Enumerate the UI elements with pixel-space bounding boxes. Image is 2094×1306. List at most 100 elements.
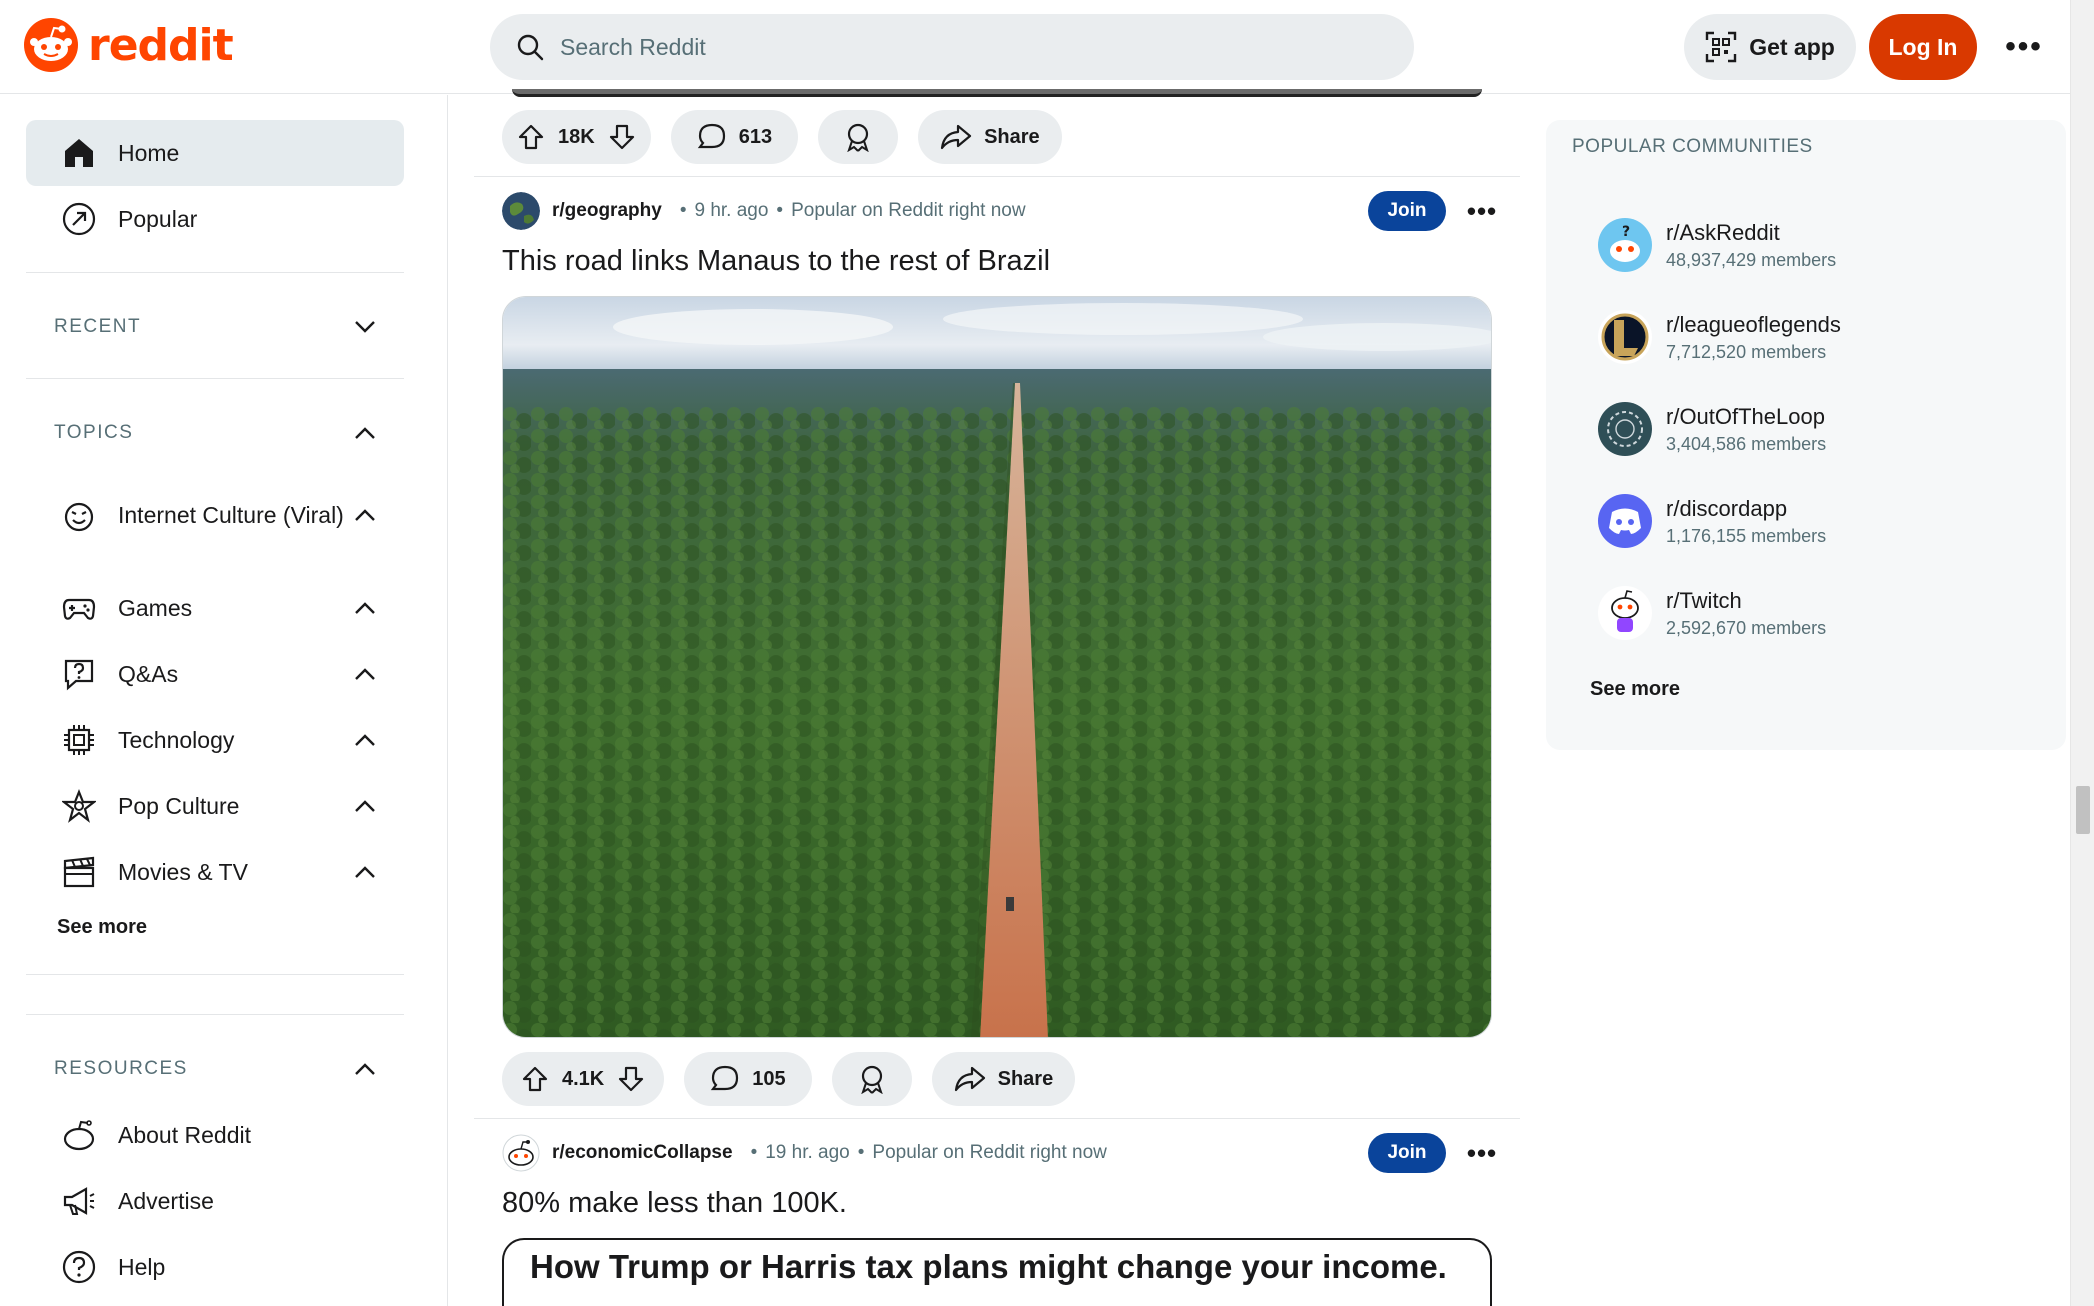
resources-section-label: RESOURCES (54, 1058, 188, 1079)
vote-control: 18K (502, 110, 651, 164)
topics-see-more-link[interactable]: See more (57, 916, 147, 939)
comments-button[interactable]: 105 (684, 1052, 812, 1106)
downvote-icon[interactable] (609, 124, 635, 150)
post-meta: r/economicCollapse • 19 hr. ago • Popula… (502, 1132, 1107, 1174)
resource-advertise[interactable]: Advertise (26, 1168, 404, 1234)
share-button[interactable]: Share (918, 110, 1062, 164)
nav-home[interactable]: Home (26, 120, 404, 186)
post-context: Popular on Reddit right now (872, 1142, 1107, 1163)
nav-home-label: Home (118, 139, 180, 166)
vote-control: 4.1K (502, 1052, 665, 1106)
chevron-up-icon (355, 668, 375, 680)
comment-icon (711, 1065, 739, 1091)
chevron-down-icon (355, 321, 375, 333)
subreddit-link[interactable]: r/geography (552, 200, 662, 222)
community-item[interactable]: r/OutOfTheLoop 3,404,586 members (1598, 402, 1826, 456)
chevron-up-icon (355, 602, 375, 614)
chevron-up-icon (355, 734, 375, 746)
community-item[interactable]: r/Twitch 2,592,670 members (1598, 586, 1826, 640)
subreddit-link[interactable]: r/economicCollapse (552, 1142, 733, 1164)
home-icon (60, 134, 98, 172)
communities-see-more-link[interactable]: See more (1590, 678, 1680, 701)
subreddit-avatar[interactable] (502, 192, 540, 230)
topic-movies-tv[interactable]: Movies & TV (26, 839, 404, 905)
post-title[interactable]: This road links Manaus to the rest of Br… (502, 245, 1050, 278)
award-button[interactable] (831, 1052, 912, 1106)
aerial-road-image (503, 297, 1491, 1037)
community-members: 1,176,155 members (1666, 525, 1827, 546)
upvote-icon[interactable] (522, 1066, 548, 1092)
comment-icon (697, 123, 725, 149)
community-members: 2,592,670 members (1666, 617, 1827, 638)
leagueoflegends-avatar (1598, 310, 1652, 364)
scrollbar-thumb[interactable] (2076, 786, 2090, 834)
megaphone-icon (60, 1182, 98, 1220)
search-input[interactable] (560, 33, 1360, 61)
vote-count: 18K (558, 125, 595, 148)
login-button[interactable]: Log In (1869, 14, 1977, 80)
more-options-icon[interactable]: ••• (1994, 24, 2054, 70)
resource-label: Help (118, 1253, 166, 1280)
post-context: Popular on Reddit right now (791, 200, 1026, 221)
community-item[interactable]: r/leagueoflegends 7,712,520 members (1598, 310, 1841, 364)
topic-internet-culture[interactable]: Internet Culture (Viral) (26, 482, 404, 548)
topics-section-header[interactable]: TOPICS (26, 408, 404, 458)
resource-help[interactable]: Help (26, 1234, 404, 1300)
meta-dot: • (679, 200, 687, 221)
sidebar-divider (26, 272, 404, 273)
recent-section-header[interactable]: RECENT (26, 302, 404, 352)
popular-communities-panel: POPULAR COMMUNITIES ? r/AskReddit 48,937… (1546, 120, 2066, 750)
subreddit-avatar[interactable] (502, 1134, 540, 1172)
topic-label: Pop Culture (118, 792, 240, 819)
recent-section-label: RECENT (54, 316, 142, 337)
post-actions: 4.1K 105 Share (502, 1052, 1076, 1106)
share-label: Share (984, 125, 1040, 148)
topic-pop-culture[interactable]: Pop Culture (26, 773, 404, 839)
topic-technology[interactable]: Technology (26, 707, 404, 773)
resource-label: Advertise (118, 1187, 214, 1214)
community-name: r/leagueoflegends (1666, 311, 1841, 337)
award-button[interactable] (818, 110, 899, 164)
reddit-logo[interactable]: reddit (24, 18, 234, 72)
share-button[interactable]: Share (931, 1052, 1076, 1106)
share-label: Share (997, 1067, 1054, 1090)
award-icon (847, 123, 869, 152)
post-divider (474, 176, 1520, 177)
join-button[interactable]: Join (1368, 191, 1446, 231)
image-headline: How Trump or Harris tax plans might chan… (530, 1248, 1447, 1285)
nav-popular-label: Popular (118, 205, 198, 232)
post-more-icon[interactable]: ••• (1462, 191, 1502, 231)
post-meta: r/geography • 9 hr. ago • Popular on Red… (502, 190, 1026, 232)
community-name: r/Twitch (1666, 587, 1742, 613)
meta-dot: • (750, 1142, 758, 1163)
downvote-icon[interactable] (618, 1066, 644, 1092)
comments-button[interactable]: 613 (670, 110, 799, 164)
community-item[interactable]: r/discordapp 1,176,155 members (1598, 494, 1826, 548)
community-name: r/OutOfTheLoop (1666, 403, 1825, 429)
post-image[interactable]: How Trump or Harris tax plans might chan… (502, 1238, 1492, 1306)
get-app-label: Get app (1749, 33, 1835, 60)
topic-qas[interactable]: Q&As (26, 641, 404, 707)
topic-label: Games (118, 594, 193, 621)
search-bar[interactable] (490, 14, 1414, 80)
upvote-icon[interactable] (518, 124, 544, 150)
community-item[interactable]: ? r/AskReddit 48,937,429 members (1598, 218, 1836, 272)
smile-icon (60, 496, 98, 534)
get-app-button[interactable]: Get app (1684, 14, 1856, 80)
post-image[interactable] (502, 296, 1492, 1038)
join-button[interactable]: Join (1368, 1133, 1446, 1173)
post-more-icon[interactable]: ••• (1462, 1133, 1502, 1173)
share-icon (940, 124, 972, 150)
resource-about-reddit[interactable]: About Reddit (26, 1102, 404, 1168)
previous-post-actions: 18K 613 Share (502, 110, 1062, 164)
chevron-up-icon (355, 1063, 375, 1075)
chevron-up-icon (355, 427, 375, 439)
topic-games[interactable]: Games (26, 575, 404, 641)
resources-section-header[interactable]: RESOURCES (26, 1044, 404, 1094)
post-title[interactable]: 80% make less than 100K. (502, 1187, 847, 1220)
sidebar-divider (26, 974, 404, 975)
community-name: r/discordapp (1666, 495, 1788, 521)
page-scrollbar[interactable] (2070, 0, 2094, 1306)
post-time: 9 hr. ago (694, 200, 769, 221)
nav-popular[interactable]: Popular (26, 186, 404, 252)
